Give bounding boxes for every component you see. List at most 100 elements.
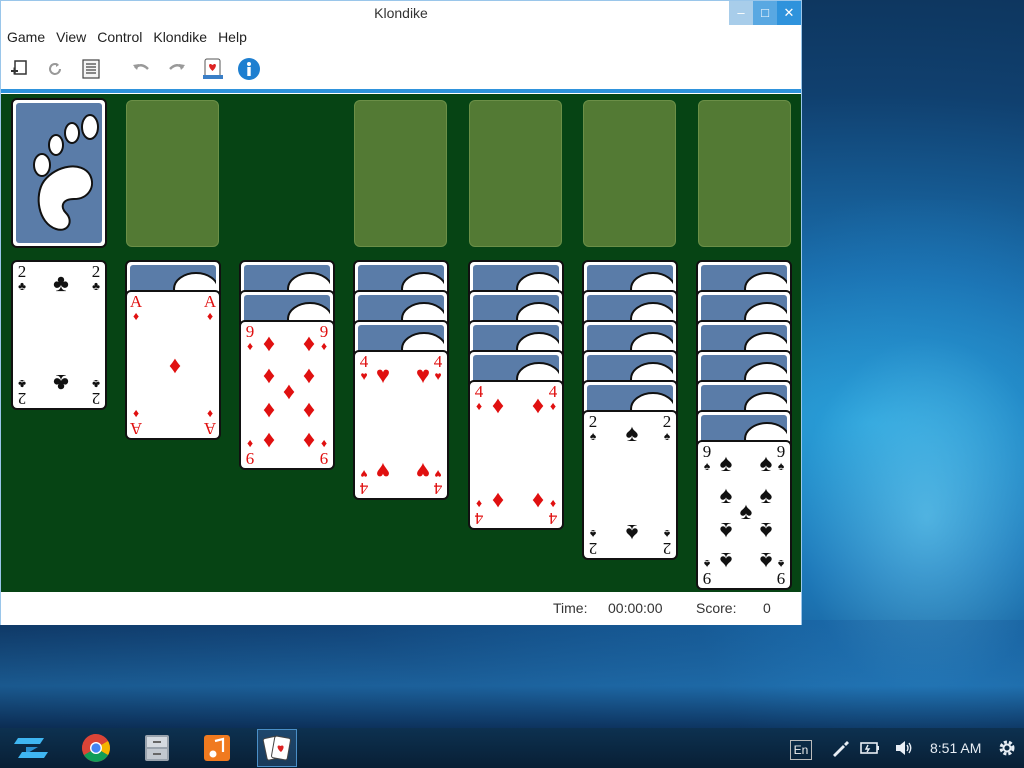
title-bar[interactable]: Klondike – □ ✕: [1, 1, 801, 26]
foundation-4[interactable]: [698, 100, 791, 247]
card-A-diamonds[interactable]: A ♦ A ♦ A ♦ A ♦ ♦: [125, 290, 221, 440]
card-suit: ♣: [92, 279, 100, 293]
keyboard-layout-indicator[interactable]: En: [790, 740, 812, 760]
menu-klondike[interactable]: Klondike: [153, 26, 207, 48]
card-rank: 2: [588, 539, 598, 558]
maximize-button[interactable]: □: [753, 1, 777, 25]
card-suit: ♦: [246, 339, 254, 353]
status-bar: Time: 00:00:00 Score: 0: [1, 592, 801, 625]
battery-button[interactable]: [859, 738, 881, 761]
card-corner-index: 9 ♠: [700, 557, 714, 588]
card-9-diamonds[interactable]: 9 ♦ 9 ♦ 9 ♦ 9 ♦ ♦ ♦ ♦ ♦ ♦ ♦ ♦ ♦ ♦: [239, 320, 335, 470]
game-board[interactable]: 2 ♣ 2 ♣ 2 ♣ 2 ♣ ♣ ♣ A ♦ A ♦ A ♦ A ♦ ♦ 9 ♦ 9 ♦ 9 ♦ 9 ♦ ♦ ♦ ♦ ♦ ♦ ♦ ♦ ♦ ♦ 4 ♥ 4 ♥…: [1, 94, 801, 592]
card-corner-index: 9 ♦: [243, 437, 257, 468]
start-menu-button[interactable]: [0, 728, 62, 768]
card-pip: ♠: [719, 547, 733, 574]
card-rank: 9: [702, 569, 712, 588]
card-9-spades[interactable]: 9 ♠ 9 ♠ 9 ♠ 9 ♠ ♠ ♠ ♠ ♠ ♠ ♠ ♠ ♠ ♠: [696, 440, 792, 590]
menu-bar: Game View Control Klondike Help: [1, 26, 801, 48]
volume-button[interactable]: [893, 738, 915, 761]
restart-button[interactable]: [43, 57, 67, 81]
minimize-button[interactable]: –: [729, 1, 753, 25]
gear-icon: [999, 740, 1015, 756]
card-pip: ♦: [302, 427, 316, 454]
card-corner-index: 4 ♥: [357, 467, 371, 498]
card-2-clubs[interactable]: 2 ♣ 2 ♣ 2 ♣ 2 ♣ ♣ ♣: [11, 260, 107, 410]
pen-icon: [833, 741, 849, 757]
close-button[interactable]: ✕: [777, 1, 801, 25]
card-corner-index: 2 ♣: [89, 377, 103, 408]
chrome-button[interactable]: [80, 732, 112, 764]
new-game-icon: [11, 59, 27, 75]
card-pip: ♥: [375, 457, 391, 484]
card-rank: 9: [319, 449, 329, 468]
card-rank: A: [203, 419, 217, 438]
card-pip: ♣: [53, 270, 69, 297]
card-pip: ♦: [302, 330, 316, 357]
hint-button[interactable]: [201, 57, 225, 81]
card-corner-index: 9 ♦: [243, 323, 257, 353]
file-manager-icon: [145, 735, 169, 761]
card-corner-index: 2 ♣: [15, 377, 29, 408]
card-pip: ♦: [262, 397, 276, 424]
new-game-button[interactable]: [7, 57, 31, 81]
card-pip: ♦: [262, 330, 276, 357]
card-corner-index: 2 ♠: [586, 527, 600, 558]
card-suit: ♦: [475, 399, 483, 413]
menu-view[interactable]: View: [56, 26, 86, 48]
card-rank: 9: [776, 569, 786, 588]
music-player-icon: [204, 735, 230, 761]
menu-game[interactable]: Game: [7, 26, 45, 48]
card-suit: ♥: [360, 369, 368, 383]
card-pip: ♥: [415, 362, 431, 389]
about-button[interactable]: [237, 57, 261, 81]
waste-pile[interactable]: [126, 100, 219, 247]
gnome-foot-icon: [33, 114, 99, 231]
time-value: 00:00:00: [608, 600, 663, 616]
card-pip: ♥: [415, 457, 431, 484]
card-corner-index: 2 ♣: [15, 263, 29, 292]
restart-icon: [49, 62, 61, 75]
card-2-spades[interactable]: 2 ♠ 2 ♠ 2 ♠ 2 ♠ ♠ ♠: [582, 410, 678, 560]
card-corner-index: A ♦: [129, 293, 143, 322]
stock-pile[interactable]: [11, 98, 107, 248]
card-pip: ♦: [302, 397, 316, 424]
music-player-button[interactable]: [201, 732, 233, 764]
solitaire-button[interactable]: [261, 732, 293, 764]
foundation-1[interactable]: [354, 100, 447, 247]
redo-icon: [169, 63, 185, 70]
menu-control[interactable]: Control: [97, 26, 142, 48]
card-corner-index: 4 ♦: [472, 383, 486, 413]
clock[interactable]: 8:51 AM: [930, 740, 981, 756]
file-manager-button[interactable]: [141, 732, 173, 764]
card-corner-index: 2 ♠: [660, 527, 674, 558]
card-rank: 4: [433, 479, 443, 498]
klondike-window: Klondike – □ ✕ Game View Control Klondik…: [0, 0, 802, 625]
card-rank: 2: [91, 389, 101, 408]
foundation-3[interactable]: [583, 100, 676, 247]
undo-button[interactable]: [129, 57, 153, 81]
menu-help[interactable]: Help: [218, 26, 247, 48]
redo-button[interactable]: [165, 57, 189, 81]
card-rank: 4: [474, 509, 484, 528]
card-pip: ♦: [531, 392, 545, 419]
card-rank: 2: [17, 389, 27, 408]
card-rank: 4: [359, 479, 369, 498]
card-pip: ♠: [759, 517, 773, 544]
settings-button[interactable]: [997, 738, 1017, 761]
card-corner-index: 9 ♠: [700, 443, 714, 472]
card-pip: ♠: [625, 420, 639, 447]
card-4-diamonds[interactable]: 4 ♦ 4 ♦ 4 ♦ 4 ♦ ♦ ♦ ♦ ♦: [468, 380, 564, 530]
network-button[interactable]: [830, 738, 850, 761]
card-corner-index: 2 ♠: [660, 413, 674, 442]
statistics-button[interactable]: [79, 57, 103, 81]
desktop-wallpaper-band: [0, 620, 1024, 730]
card-4-hearts[interactable]: 4 ♥ 4 ♥ 4 ♥ 4 ♥ ♥ ♥ ♥ ♥: [353, 350, 449, 500]
card-corner-index: 2 ♠: [586, 413, 600, 442]
chrome-icon: [82, 734, 110, 762]
card-corner-index: A ♦: [203, 407, 217, 438]
time-label: Time:: [553, 600, 588, 616]
window-controls: – □ ✕: [729, 1, 801, 25]
foundation-2[interactable]: [469, 100, 562, 247]
battery-icon: [860, 742, 879, 754]
